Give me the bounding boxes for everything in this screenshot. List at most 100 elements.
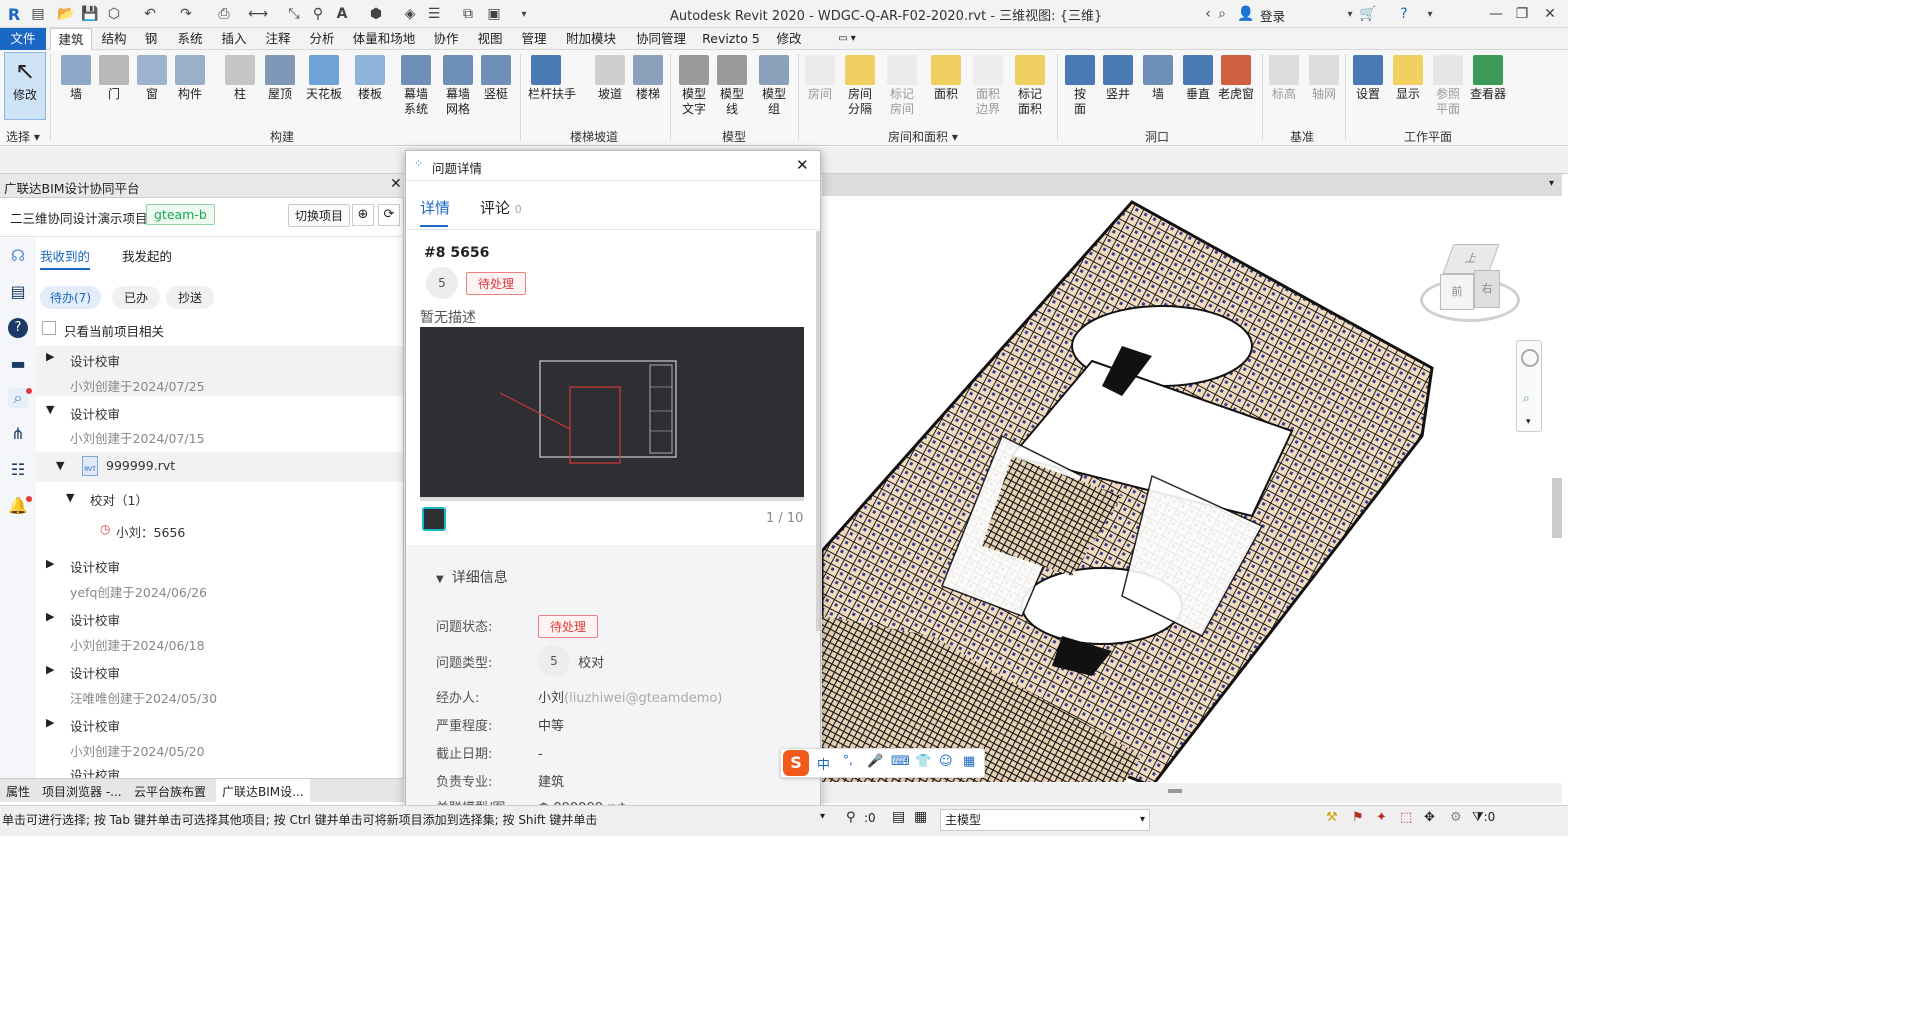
zoom-icon[interactable]: ⌕ (1523, 391, 1530, 406)
ime-emoji-icon[interactable]: ☺ (939, 754, 953, 769)
build-button-5[interactable]: 屋顶 (262, 52, 298, 124)
tab-received[interactable]: 我收到的 (40, 246, 90, 265)
filter-done[interactable]: 已办 (112, 286, 161, 309)
nav-dropdown-icon[interactable]: ▾ (1526, 417, 1531, 427)
build-button-6[interactable]: 天花板 (306, 52, 342, 124)
opening-button-1[interactable]: 竖井 (1100, 52, 1136, 124)
select-face-icon[interactable]: ⬚ (1400, 810, 1412, 825)
datum-button-1[interactable]: 轴网 (1306, 52, 1342, 124)
question-icon[interactable]: ? (8, 318, 28, 338)
build-button-0[interactable]: 墙 (58, 52, 94, 124)
tree-item-issue[interactable]: ◷ 小刘：5656 (36, 518, 403, 544)
drag-elements-icon[interactable]: ✥ (1424, 810, 1435, 825)
model-selector[interactable]: 主模型 ▾ (940, 809, 1150, 831)
redo-icon[interactable]: ↷ (176, 4, 196, 24)
background-process-icon[interactable]: ⚙ (1450, 810, 1462, 825)
briefcase-icon[interactable]: ▬ (8, 354, 28, 374)
menu-collaborate[interactable]: 协作 (426, 28, 466, 50)
caret-right-icon[interactable]: ▶ (46, 350, 54, 363)
ime-menu-icon[interactable]: ▦ (963, 754, 975, 769)
tab-bim-platform[interactable]: 广联达BIM设... (216, 779, 310, 803)
sync-icon[interactable]: ⬡ (104, 4, 124, 24)
filter-todo[interactable]: 待办(7) (40, 286, 101, 309)
room-button-2[interactable]: 标记 房间 (884, 52, 920, 124)
ime-punct-icon[interactable]: °, (843, 753, 853, 767)
team-badge[interactable]: gteam-b (146, 204, 215, 225)
save-icon[interactable]: 💾 (80, 4, 100, 24)
build-button-1[interactable]: 门 (96, 52, 132, 124)
customize-quick-access-icon[interactable]: ▾ (514, 4, 534, 24)
minimize-icon[interactable]: — (1486, 4, 1506, 24)
build-button-4[interactable]: 柱 (222, 52, 258, 124)
refresh-icon[interactable]: ⟳ (378, 204, 400, 226)
tab-project-browser[interactable]: 项目浏览器 -... (42, 783, 122, 800)
build-button-7[interactable]: 楼板 (352, 52, 388, 124)
steering-wheel-icon[interactable] (1521, 349, 1539, 367)
caret-down-icon[interactable]: ▼ (46, 403, 54, 416)
filter-icon[interactable]: ⧩:0 (1472, 810, 1495, 825)
datum-button-0[interactable]: 标高 (1266, 52, 1302, 124)
filter-cc[interactable]: 抄送 (166, 286, 215, 309)
build-button-9[interactable]: 幕墙 网格 (440, 52, 476, 124)
tree-item-review[interactable]: ▶ 设计校审 小刘创建于2024/05/20 (36, 711, 403, 761)
menu-steel[interactable]: 钢 (136, 28, 166, 50)
tab-properties[interactable]: 属性 (6, 783, 30, 800)
bell-icon[interactable]: 🔔 (8, 496, 28, 516)
model-button-0[interactable]: 模型 文字 (676, 52, 712, 124)
opening-button-0[interactable]: 按 面 (1062, 52, 1098, 124)
menu-massing[interactable]: 体量和场地 (346, 28, 422, 50)
ime-skin-icon[interactable]: 👕 (915, 754, 931, 769)
menu-annotate[interactable]: 注释 (258, 28, 298, 50)
document-icon[interactable]: ▤ (8, 282, 28, 302)
dialog-scrollbar[interactable] (816, 231, 820, 631)
group-room[interactable]: 房间和面积 ▾ (888, 128, 958, 145)
text-icon[interactable]: A (332, 4, 352, 24)
view-menu-icon[interactable]: ▾ (1549, 178, 1554, 189)
select-underlay-icon[interactable]: ⚑ (1352, 810, 1364, 825)
room-button-5[interactable]: 标记 面积 (1012, 52, 1048, 124)
workplane-button-3[interactable]: 查看器 (1470, 52, 1506, 124)
menu-manage[interactable]: 管理 (514, 28, 554, 50)
menu-file[interactable]: 文件 (0, 28, 46, 50)
stairs-button-1[interactable]: 坡道 (592, 52, 628, 124)
switch-windows-icon[interactable]: ▣ (484, 4, 504, 24)
menu-analyze[interactable]: 分析 (302, 28, 342, 50)
menu-collab-manage[interactable]: 协同管理 (628, 28, 694, 50)
cart-icon[interactable]: 🛒 (1358, 4, 1378, 24)
tag-icon[interactable]: ⚲ (308, 4, 328, 24)
undo-icon[interactable]: ↶ (140, 4, 160, 24)
room-button-4[interactable]: 面积 边界 (970, 52, 1006, 124)
menu-revizto[interactable]: Revizto 5 (698, 28, 764, 50)
tab-detail[interactable]: 详情 (420, 197, 450, 218)
print-icon[interactable]: ⎙ (214, 4, 234, 24)
room-button-1[interactable]: 房间 分隔 (842, 52, 878, 124)
menu-addins[interactable]: 附加模块 (558, 28, 624, 50)
ime-keyboard-icon[interactable]: ⌨ (891, 754, 910, 769)
view-scroll-thumb[interactable] (1552, 478, 1562, 538)
build-button-8[interactable]: 幕墙 系统 (398, 52, 434, 124)
build-button-3[interactable]: 构件 (172, 52, 208, 124)
workplane-button-0[interactable]: 设置 (1350, 52, 1386, 124)
menu-structure[interactable]: 结构 (96, 28, 132, 50)
model-button-1[interactable]: 模型 线 (714, 52, 750, 124)
select-dropdown[interactable]: 选择 ▾ (6, 128, 40, 145)
design-options-icon[interactable]: ⚲ (846, 810, 856, 825)
open-icon[interactable]: 📂 (56, 4, 76, 24)
menu-systems[interactable]: 系统 (170, 28, 210, 50)
caret-right-icon[interactable]: ▶ (46, 663, 54, 676)
caret-right-icon[interactable]: ▶ (46, 610, 54, 623)
thin-lines-icon[interactable]: ☰ (424, 4, 444, 24)
issue-snapshot[interactable] (420, 327, 804, 497)
workplane-button-1[interactable]: 显示 (1390, 52, 1426, 124)
viewcube-right[interactable]: 右 (1474, 270, 1500, 308)
revit-logo-icon[interactable]: R (4, 4, 24, 24)
editing-requests-icon[interactable]: ▤ (892, 809, 905, 825)
login-link[interactable]: 登录 (1260, 6, 1285, 25)
sogou-logo-icon[interactable]: S (783, 750, 809, 776)
only-current-checkbox[interactable] (42, 321, 56, 335)
select-pinned-icon[interactable]: ✦ (1376, 810, 1387, 825)
login-dropdown-icon[interactable]: ▾ (1340, 4, 1360, 24)
section-icon[interactable]: ◈ (400, 4, 420, 24)
selection-icon[interactable]: ▦ (914, 809, 927, 825)
close-hidden-icon[interactable]: ⧉ (458, 4, 478, 24)
